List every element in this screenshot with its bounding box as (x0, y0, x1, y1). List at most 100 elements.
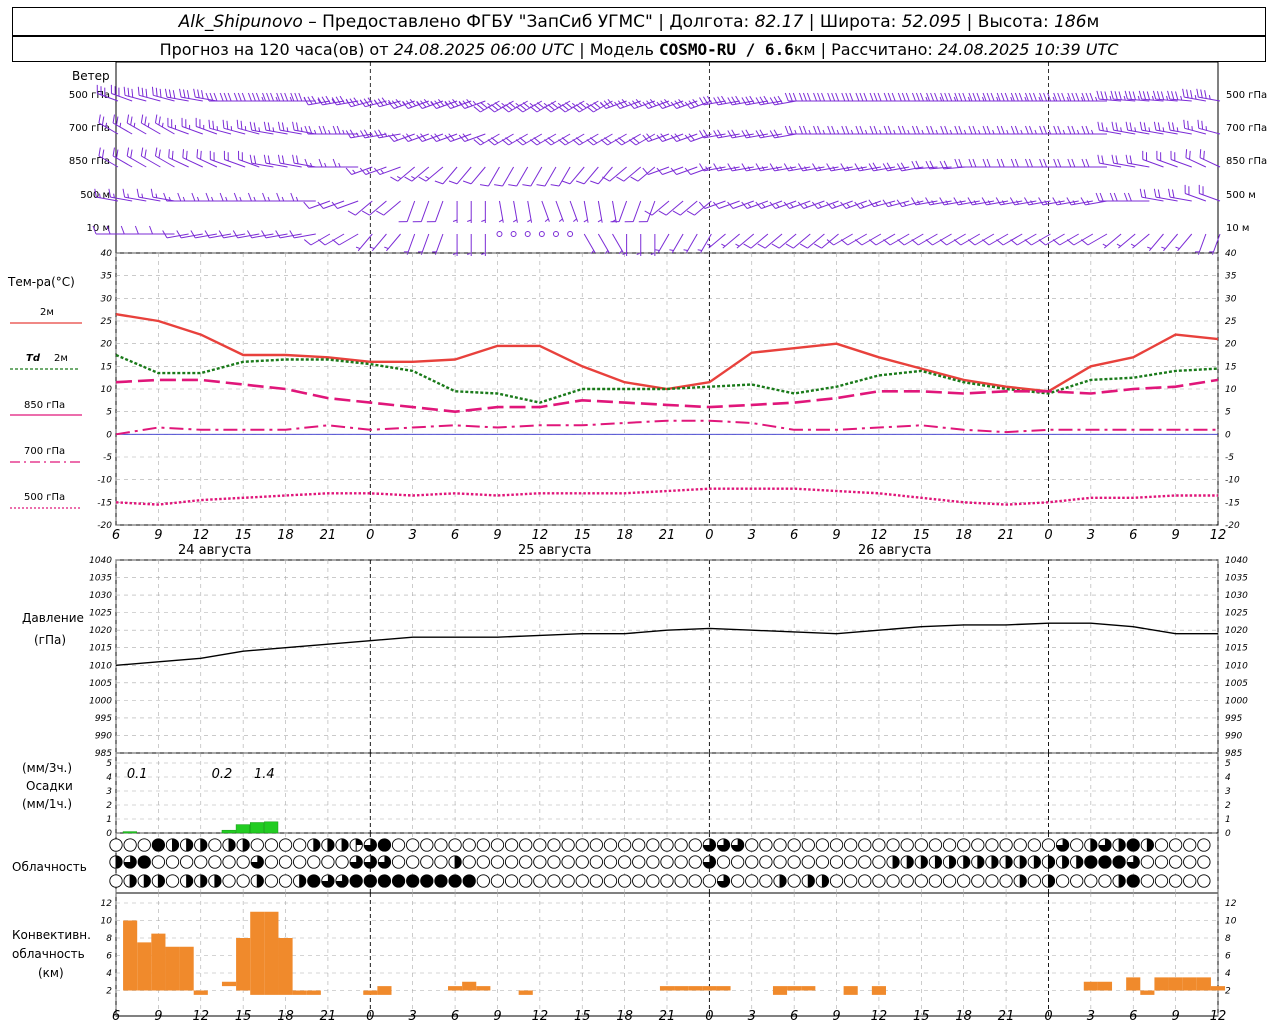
cloud-symbol (716, 874, 731, 888)
wind-barb (448, 166, 472, 185)
pressure-unit: (гПа) (34, 633, 66, 647)
cloud-symbol (519, 855, 533, 869)
cloud-symbol (1041, 855, 1056, 869)
conv-bar (843, 986, 858, 995)
cloud-symbol (406, 855, 420, 869)
x-tick-label: 12 (871, 1009, 888, 1024)
cloud-symbol (1154, 855, 1169, 869)
x-tick-label: 0 (1044, 1009, 1052, 1024)
cloud-symbol (293, 874, 307, 888)
precip-y-tick-right: 0 (1225, 829, 1231, 839)
wind-barb (1161, 233, 1178, 252)
legend-td-symbol: Td (26, 353, 41, 364)
conv-unit: (км) (38, 966, 64, 980)
cloud-symbol (900, 855, 914, 869)
precip-y-tick-right: 4 (1225, 773, 1231, 783)
wind-barb (331, 200, 359, 209)
precip-y-tick: 0 (106, 829, 112, 839)
wind-barb (586, 133, 613, 146)
wind-barb (597, 233, 610, 255)
cloud-symbol (264, 874, 279, 888)
wind-barb (1010, 92, 1037, 102)
wind-barb (841, 125, 867, 135)
cloud-symbol (222, 874, 236, 888)
cloud-symbol (208, 855, 222, 869)
wind-barb (376, 200, 401, 216)
wind-barb (612, 233, 624, 255)
x-tick-label: 6 (790, 1009, 798, 1024)
cloud-symbol (702, 874, 717, 888)
conv-bar (787, 986, 802, 991)
cloud-symbol (589, 855, 604, 869)
wind-barb (177, 192, 203, 202)
x-tick-label: 9 (1171, 1009, 1179, 1024)
pressure-y-tick: 1025 (89, 609, 112, 619)
conv-bar (871, 986, 886, 995)
cloud-symbol (985, 838, 999, 852)
cloud-symbol (321, 855, 335, 869)
cloud-symbol (1027, 855, 1041, 869)
cloud-symbol (1084, 874, 1098, 888)
pressure-y-tick: 1040 (89, 556, 112, 566)
conv-bar (462, 981, 477, 991)
temp-y-tick: -20 (97, 521, 112, 531)
cloud-symbol (688, 855, 702, 869)
cloud-symbol (179, 855, 194, 869)
cloud-symbol (476, 874, 490, 888)
wind-barb (522, 166, 543, 187)
cloud-symbol (787, 855, 801, 869)
cloud-symbol (773, 874, 787, 888)
conv-bar (137, 942, 152, 991)
cloud-symbol (561, 855, 575, 869)
wind-barb (968, 158, 994, 168)
cloud-symbol (617, 855, 632, 869)
pressure-y-tick-right: 1030 (1225, 591, 1248, 601)
cloud-symbol (278, 855, 293, 869)
cloud-symbol (1098, 838, 1112, 852)
wind-barb (403, 233, 416, 255)
cloud-symbol (872, 874, 886, 888)
meteogram: 6699121215151818212100336699121215151818… (7, 61, 1267, 1024)
cloud-symbol (999, 838, 1013, 852)
temp-y-tick: 10 (101, 385, 113, 395)
temp-y-tick-right: 5 (1225, 408, 1231, 418)
wind-barb (1139, 121, 1164, 135)
conv-bar (1083, 981, 1098, 991)
x-tick-label: 15 (574, 1009, 591, 1024)
wind-barb (940, 92, 966, 102)
cloud-symbol (942, 855, 957, 869)
cloud-symbol (928, 874, 943, 888)
wind-barb (467, 201, 472, 223)
wind-barb (331, 95, 359, 106)
wind-barb (120, 225, 147, 235)
pressure-y-tick: 1020 (89, 626, 112, 636)
wind-barb (996, 233, 1023, 246)
convective-cloud-panel: 2 2 4 4 6 6 8 8 10 10 12 12 (101, 899, 1237, 997)
precip-title: Осадки (26, 779, 73, 793)
wind-barb (262, 92, 288, 102)
wind-barb (558, 133, 585, 146)
cloud-symbol (123, 838, 137, 852)
cloud-symbol (307, 874, 321, 888)
wind-barb (205, 192, 232, 202)
temp-y-tick-right: 35 (1225, 272, 1237, 282)
cloud-symbol (801, 874, 815, 888)
cloud-symbol (137, 874, 151, 888)
legend-t2m-label: 2м (40, 307, 54, 318)
cloud-symbol (137, 855, 151, 869)
wind-barb (1175, 233, 1193, 252)
wind-barb (798, 125, 825, 135)
wind-barb (743, 233, 769, 249)
wind-barb (784, 92, 811, 102)
conv-bar (236, 938, 251, 991)
wind-barb (318, 125, 345, 135)
x-tick-label: 12 (871, 528, 888, 543)
cloud-symbol (519, 874, 533, 888)
wind-barb (996, 92, 1023, 102)
temp-y-tick-right: 10 (1225, 385, 1237, 395)
x-tick-label: 3 (1087, 528, 1095, 543)
wind-barb (501, 133, 528, 146)
precip-y-tick-right: 3 (1225, 787, 1231, 797)
wind-barb (247, 192, 274, 202)
x-tick-label: 12 (192, 528, 209, 543)
